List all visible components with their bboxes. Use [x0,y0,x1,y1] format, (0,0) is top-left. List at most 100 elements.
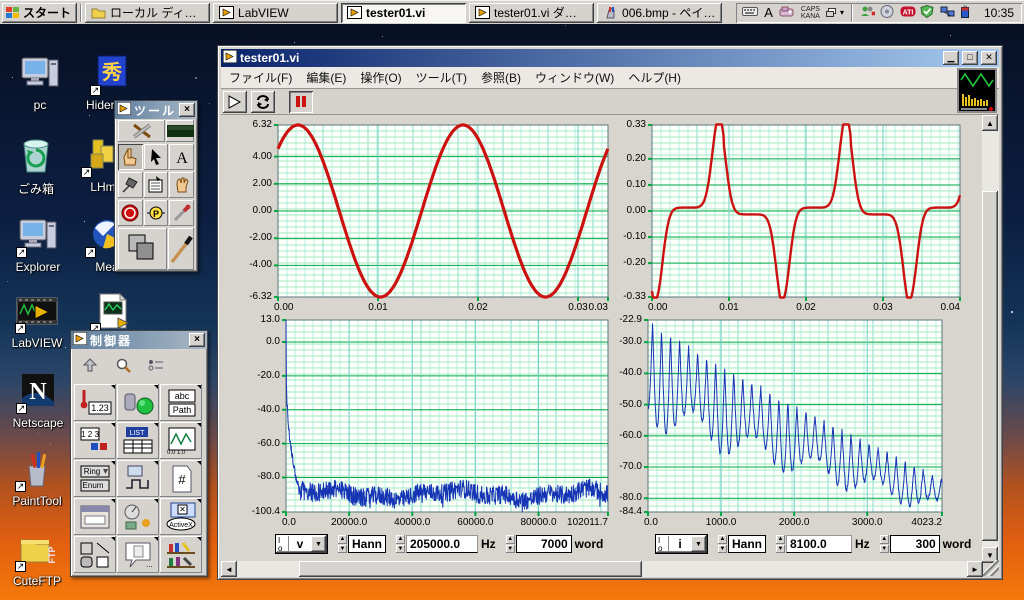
channel-selector[interactable]: Io i ▼ [655,534,708,554]
object-shortcut-menu-tool[interactable] [143,172,169,198]
channel-selector[interactable]: Io v ▼ [275,534,328,554]
decorations-palette-item[interactable] [74,536,116,573]
probe-data-tool[interactable]: P [143,200,169,226]
spinner-arrows[interactable]: ▲ ▼ [338,535,347,553]
sample-rate-control[interactable]: ▲ ▼ 205000.0 Hz [396,535,496,553]
ring-enum-palette-item[interactable]: Ring Enum [74,460,116,497]
desktop-icon-explorer[interactable]: ↗ Explorer [0,216,76,274]
desktop-icon-netscape[interactable]: N ↗ Netscape [0,372,76,430]
close-icon[interactable]: × [189,333,205,347]
window-function-control[interactable]: ▲ ▼ Hann [338,535,386,553]
menu-o[interactable]: 操作(O) [360,69,401,86]
y-tick-label: 2.00 [252,177,272,189]
cd-player-icon[interactable] [880,5,896,20]
scroll-right-icon[interactable]: ► [967,561,983,577]
desktop-icon-[interactable]: ごみ箱 [0,136,74,197]
sample-rate-control[interactable]: ▲ ▼ 8100.0 Hz [776,535,870,553]
ati-icon[interactable]: ATI [900,5,916,20]
close-icon[interactable]: × [179,103,195,117]
refnum-palette-item[interactable]: # [160,460,202,497]
spinner-arrows[interactable]: ▲ ▼ [879,535,889,553]
taskbar-button-labview[interactable]: LabVIEW [213,2,339,23]
dialog-palette-item[interactable]: ... [117,536,159,573]
operate-value-tool[interactable] [118,144,143,170]
y-tick-label: -6.32 [249,291,272,302]
activex-palette-item[interactable]: ✕ ActiveX [160,498,202,535]
boolean-palette-item[interactable] [117,384,159,421]
set-breakpoint-tool[interactable] [118,200,143,226]
keyboard-icon[interactable] [742,5,759,20]
horizontal-scrollbar[interactable]: ◄ ► [221,561,983,577]
desktop-icon-labview[interactable]: ↗ LabVIEW [0,292,75,350]
ime-mode-indicator[interactable]: A [762,5,775,20]
vertical-scrollbar[interactable]: ▲ ▼ [982,115,999,563]
pause-button[interactable] [289,90,313,113]
spinner-arrows[interactable]: ▲ ▼ [776,535,785,553]
menu-e[interactable]: 編集(E) [306,69,346,86]
up-level-button[interactable] [74,352,105,378]
chevron-down-icon[interactable]: ▼ [691,536,706,552]
window-function-control[interactable]: ▲ ▼ Hann [718,535,766,553]
string-path-palette-item[interactable]: abc Path [160,384,202,421]
word-count-control[interactable]: ▲ ▼ 7000 word [505,535,603,553]
containers-palette-item[interactable] [74,498,116,535]
get-color-tool[interactable] [169,200,195,226]
paint-color-tool[interactable] [168,228,194,270]
window-layout-icon[interactable] [825,6,836,20]
position-select-tool[interactable] [143,144,169,170]
taskbar-button-tester01.vi[interactable]: tester01.vi [341,2,467,23]
offline-users-icon[interactable] [860,5,876,20]
spinner-arrows[interactable]: ▲ ▼ [505,535,515,553]
chevron-down-icon[interactable]: ▼ [311,536,326,552]
run-button[interactable] [223,90,247,113]
tools-palette-titlebar[interactable]: ツール × [115,101,197,119]
ime-pad-icon[interactable] [779,5,795,20]
network-icon[interactable] [940,5,956,20]
connect-wire-tool[interactable] [118,172,143,198]
caps-kana-indicator[interactable]: CAPS KANA [799,6,822,20]
desktop-icon-pc[interactable]: pc [2,54,78,112]
select-control-palette-item[interactable] [160,536,202,573]
edit-text-tool[interactable]: A [169,144,195,170]
virus-shield-icon[interactable] [920,4,936,20]
spinner-arrows[interactable]: ▲ ▼ [718,535,727,553]
vi-titlebar[interactable]: tester01.vi ▁ □ ✕ [221,49,999,67]
resize-grip-icon[interactable] [983,560,999,576]
options-button[interactable] [140,352,171,378]
scroll-left-icon[interactable]: ◄ [221,561,237,577]
list-table-palette-item[interactable]: LIST [117,422,159,459]
menu-b[interactable]: 参照(B) [481,69,521,86]
controls-palette-titlebar[interactable]: 制御器 × [71,331,207,349]
array-matrix-cluster-palette-item[interactable]: 1 2 3 [74,422,116,459]
close-icon[interactable]: ✕ [981,51,997,65]
menu-f[interactable]: ファイル(F) [229,69,292,86]
vertical-scroll-thumb[interactable] [982,191,998,541]
menu-h[interactable]: ヘルプ(H) [628,69,681,86]
scroll-up-icon[interactable]: ▲ [982,115,998,131]
battery-icon[interactable] [960,5,976,20]
desktop-icon-painttool[interactable]: ↗ PaintTool [0,450,75,508]
chevron-down-icon[interactable]: ▾ [840,8,844,17]
taskbar-button-tester01.vi...[interactable]: tester01.vi ダイアグ... [469,2,595,23]
search-button[interactable] [107,352,138,378]
taskbar-button-c[interactable]: ローカル ディスク (C:) [85,2,211,23]
automatic-tool-selection-tool[interactable] [118,120,165,142]
spinner-arrows[interactable]: ▲ ▼ [396,535,405,553]
menu-w[interactable]: ウィンドウ(W) [535,69,614,86]
classic-controls-palette-item[interactable] [117,498,159,535]
set-color-tool[interactable] [118,228,167,270]
word-count-control[interactable]: ▲ ▼ 300 word [879,535,971,553]
taskbar-button-006.bmp[interactable]: 006.bmp - ペイント [597,2,723,23]
minimize-icon[interactable]: ▁ [943,51,959,65]
start-button[interactable]: スタート [2,2,78,23]
maximize-icon[interactable]: □ [962,51,978,65]
scroll-window-tool[interactable] [169,172,195,198]
io-palette-item[interactable] [117,460,159,497]
tool-status-led-tool[interactable] [166,120,194,142]
horizontal-scroll-thumb[interactable] [299,561,642,577]
numeric-palette-item[interactable]: 1.23 [74,384,116,421]
desktop-icon-cuteftp[interactable]: FTP ↗ CuteFTP [0,530,75,588]
graph-palette-item[interactable]: 0.0 1.0 [160,422,202,459]
run-continuously-button[interactable] [251,90,275,113]
menu-t[interactable]: ツール(T) [416,69,467,86]
